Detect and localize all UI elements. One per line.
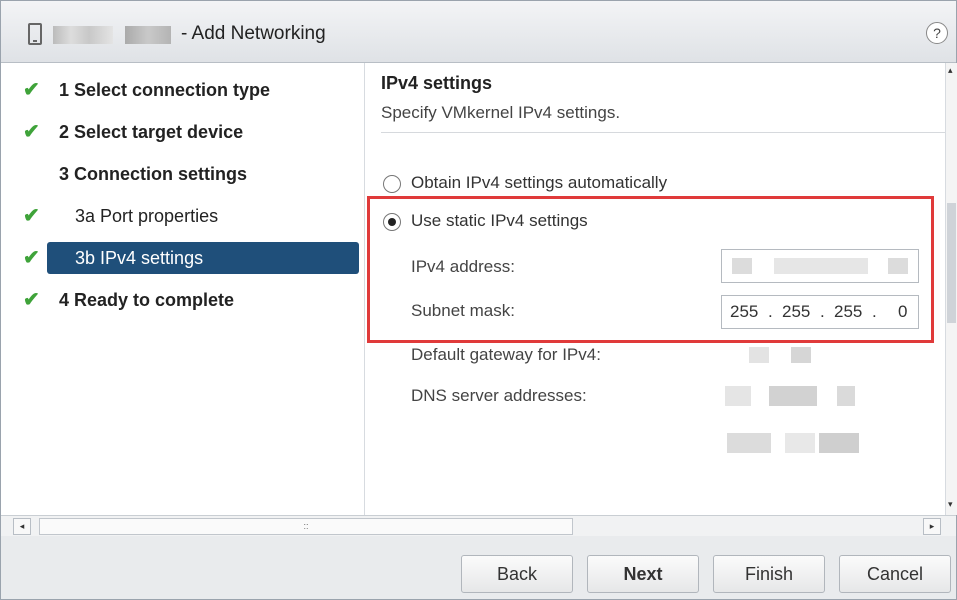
redacted-gateway (791, 347, 811, 363)
horizontal-scrollbar[interactable]: ◂ :: ▸ (1, 515, 956, 536)
obtain-automatically-label[interactable]: Obtain IPv4 settings automatically (411, 173, 667, 193)
redacted-dns-2 (819, 433, 859, 453)
vertical-scroll-thumb[interactable] (947, 203, 956, 323)
scroll-right-icon[interactable]: ▸ (923, 518, 941, 535)
scroll-left-icon[interactable]: ◂ (13, 518, 31, 535)
check-icon: ✔ (23, 79, 40, 101)
title-bar: - Add Networking ? (1, 1, 956, 63)
check-icon: ✔ (23, 121, 40, 143)
redacted-dns (725, 386, 751, 406)
step-label: 4 Ready to complete (59, 290, 235, 310)
redacted-dns-2 (727, 433, 771, 453)
scroll-up-icon[interactable]: ▴ (948, 65, 953, 76)
step-label: 3a Port properties (75, 206, 219, 226)
next-button[interactable]: Next (587, 555, 699, 593)
cancel-button[interactable]: Cancel (839, 555, 951, 593)
redacted-dns-2 (785, 433, 815, 453)
check-icon: ✔ (23, 289, 40, 311)
check-icon: ✔ (23, 247, 40, 269)
step-label: 2 Select target device (59, 122, 244, 142)
default-gateway-label: Default gateway for IPv4: (411, 345, 601, 364)
scroll-down-icon[interactable]: ▾ (948, 499, 953, 510)
footer-bar: Back Next Finish Cancel (1, 536, 956, 599)
check-icon: ✔ (23, 205, 40, 227)
help-icon[interactable]: ? (926, 22, 948, 44)
redacted-host-name (53, 26, 113, 44)
step-label: 3 Connection settings (59, 164, 248, 184)
step-ipv4-settings[interactable]: 3b IPv4 settings (47, 242, 359, 274)
redacted-gateway (749, 347, 769, 363)
divider (381, 132, 945, 133)
dialog-title: - Add Networking (181, 23, 326, 44)
finish-button[interactable]: Finish (713, 555, 825, 593)
vertical-scrollbar[interactable]: ▴ ▾ (945, 63, 957, 515)
step-label: 1 Select connection type (59, 80, 271, 100)
redacted-dns (769, 386, 817, 406)
host-icon (28, 23, 42, 45)
highlight-box (367, 196, 934, 343)
settings-panel: IPv4 settings Specify VMkernel IPv4 sett… (365, 63, 945, 515)
redacted-dns (837, 386, 855, 406)
redacted-host-name-2 (125, 26, 171, 44)
section-subtitle: Specify VMkernel IPv4 settings. (381, 103, 621, 122)
back-button[interactable]: Back (461, 555, 573, 593)
wizard-steps-panel: ✔ 1 Select connection type ✔ 2 Select ta… (1, 63, 365, 515)
add-networking-dialog: - Add Networking ? ✔ 1 Select connection… (0, 0, 957, 600)
obtain-automatically-radio[interactable] (383, 175, 401, 193)
section-title: IPv4 settings (381, 73, 493, 93)
step-label: 3b IPv4 settings (75, 248, 204, 268)
dns-servers-label: DNS server addresses: (411, 386, 587, 405)
horizontal-scroll-thumb[interactable]: :: (39, 518, 573, 535)
